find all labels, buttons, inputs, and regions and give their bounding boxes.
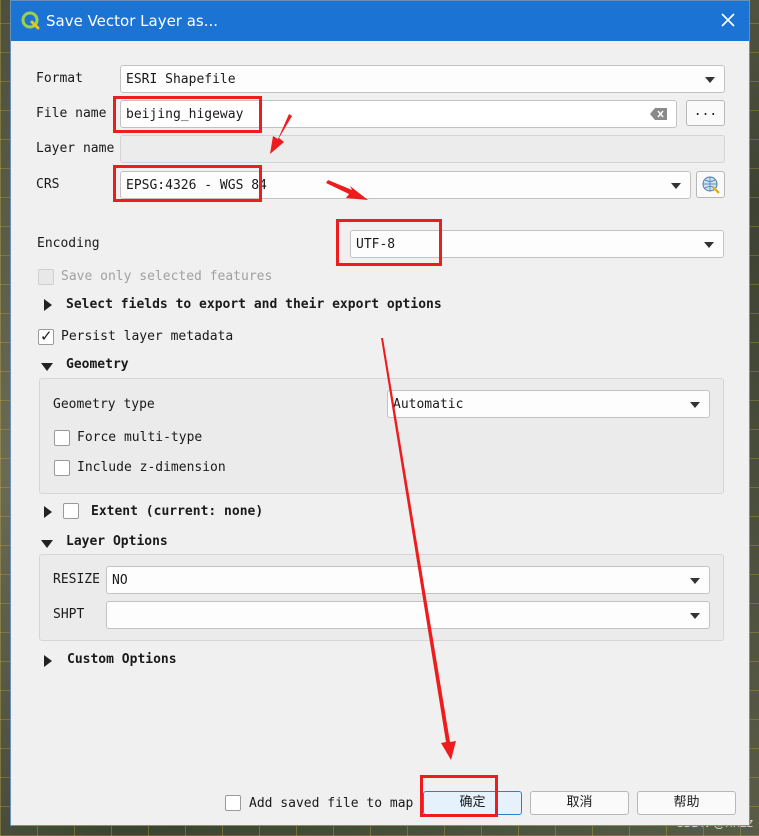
crs-select-button[interactable]	[696, 171, 725, 198]
format-label: Format	[36, 71, 83, 86]
help-button[interactable]: 帮助	[637, 791, 736, 815]
shpt-combo[interactable]	[106, 601, 710, 629]
custom-options-header[interactable]: Custom Options	[67, 652, 177, 667]
resize-combo[interactable]: NO	[106, 566, 710, 594]
extent-header[interactable]: Extent (current: none)	[91, 504, 263, 519]
add-to-map-checkbox[interactable]	[225, 795, 241, 811]
geometry-type-combo[interactable]: Automatic	[387, 390, 710, 418]
chevron-down-icon	[704, 242, 714, 248]
collapse-down-icon[interactable]	[41, 363, 53, 371]
geometry-group: Geometry type Automatic Force multi-type…	[39, 378, 724, 494]
resize-label: RESIZE	[53, 572, 100, 587]
save-vector-layer-dialog: Save Vector Layer as... Format ESRI Shap…	[10, 0, 750, 826]
checkmark-icon: ✓	[40, 327, 53, 345]
chevron-down-icon	[690, 402, 700, 408]
save-selected-label: Save only selected features	[61, 269, 273, 284]
chevron-down-icon	[671, 183, 681, 189]
crs-value: EPSG:4326 - WGS 84	[126, 178, 267, 193]
expand-right-icon[interactable]	[44, 655, 52, 667]
force-multi-label: Force multi-type	[77, 430, 203, 445]
add-to-map-label: Add saved file to map	[249, 796, 414, 811]
layer-options-group: RESIZE NO SHPT	[39, 554, 724, 641]
expand-right-icon[interactable]	[44, 299, 52, 311]
geometry-header[interactable]: Geometry	[66, 357, 129, 372]
shpt-label: SHPT	[53, 607, 85, 622]
filename-input[interactable]: beijing_higeway	[120, 100, 677, 128]
layername-input[interactable]	[120, 135, 725, 163]
cancel-button[interactable]: 取消	[530, 791, 629, 815]
format-value: ESRI Shapefile	[126, 72, 236, 87]
format-combo[interactable]: ESRI Shapefile	[120, 65, 725, 93]
filename-value: beijing_higeway	[126, 107, 244, 122]
filename-label: File name	[36, 106, 107, 121]
close-icon[interactable]	[715, 7, 741, 33]
encoding-label: Encoding	[37, 236, 100, 251]
crs-combo[interactable]: EPSG:4326 - WGS 84	[120, 171, 691, 199]
include-z-label: Include z-dimension	[77, 460, 226, 475]
chevron-down-icon	[705, 77, 715, 83]
chevron-down-icon	[690, 613, 700, 619]
force-multi-checkbox[interactable]	[54, 430, 70, 446]
layer-options-header[interactable]: Layer Options	[66, 534, 168, 549]
ok-button[interactable]: 确定	[423, 791, 522, 815]
extent-checkbox[interactable]	[63, 503, 79, 519]
include-z-checkbox[interactable]	[54, 460, 70, 476]
persist-metadata-label: Persist layer metadata	[61, 329, 234, 344]
clear-text-icon[interactable]	[650, 108, 668, 120]
expand-right-icon[interactable]	[44, 506, 52, 518]
encoding-combo[interactable]: UTF-8	[350, 230, 724, 258]
resize-value: NO	[112, 573, 128, 588]
persist-metadata-checkbox[interactable]: ✓	[38, 327, 54, 345]
qgis-logo-icon	[21, 11, 40, 30]
chevron-down-icon	[690, 578, 700, 584]
crs-label: CRS	[36, 177, 60, 192]
encoding-value: UTF-8	[356, 237, 396, 252]
crs-globe-icon	[702, 176, 720, 194]
layername-label: Layer name	[36, 141, 115, 156]
window-title: Save Vector Layer as...	[46, 12, 219, 30]
collapse-down-icon[interactable]	[41, 540, 53, 548]
geometry-type-value: Automatic	[393, 397, 464, 412]
geometry-type-label: Geometry type	[53, 397, 155, 412]
save-selected-checkbox[interactable]	[38, 269, 54, 285]
title-bar: Save Vector Layer as...	[11, 1, 749, 41]
browse-button[interactable]: ...	[686, 100, 725, 126]
select-fields-header[interactable]: Select fields to export and their export…	[66, 297, 442, 312]
